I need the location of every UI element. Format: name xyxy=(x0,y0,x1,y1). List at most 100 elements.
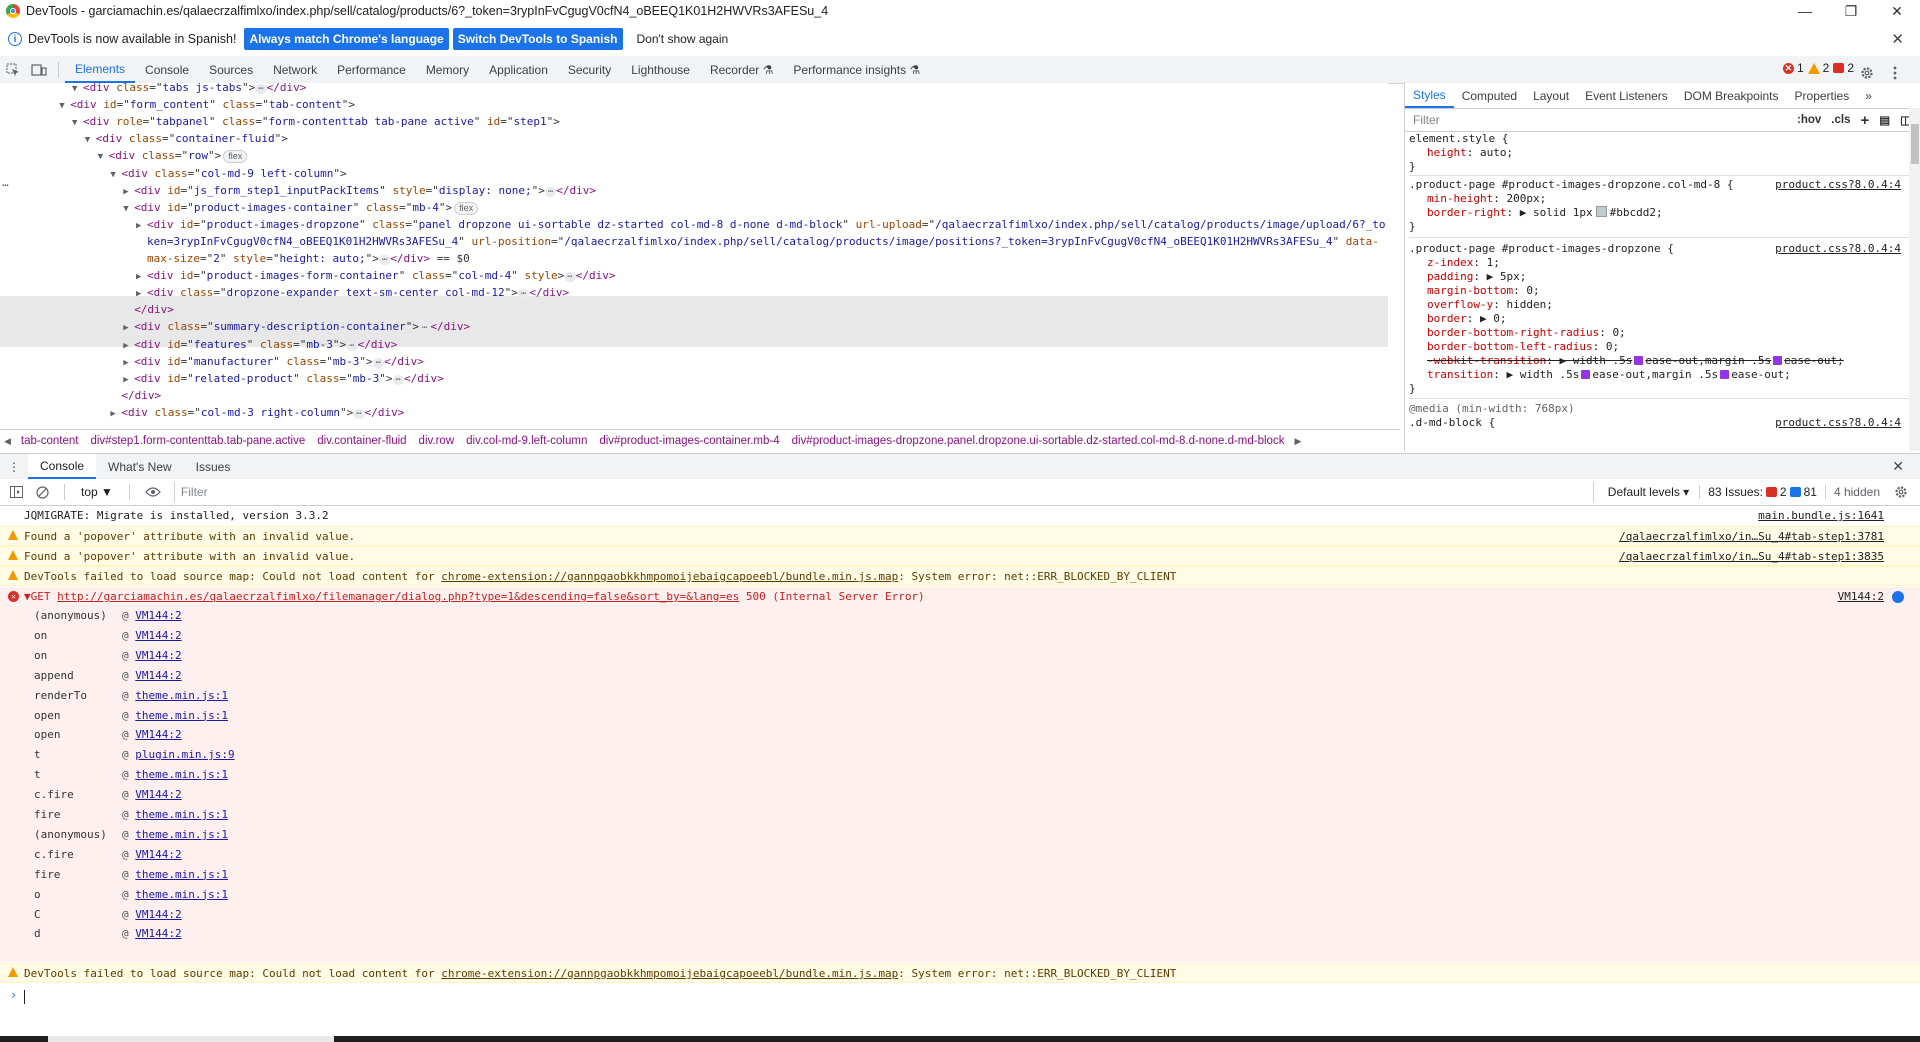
easing-swatch-icon[interactable] xyxy=(1581,370,1591,379)
collapsed-content-ellipsis[interactable]: ⋯ xyxy=(255,84,267,94)
collapse-triangle-icon[interactable]: ▼ xyxy=(72,115,83,132)
style-property[interactable]: margin-bottom: 0; xyxy=(1427,284,1540,298)
style-property[interactable]: overflow-y: hidden; xyxy=(1427,298,1553,312)
breadcrumb-right-arrow-icon[interactable]: ▶ xyxy=(1290,436,1305,447)
breadcrumb-item-current[interactable]: div#product-images-dropzone.panel.dropzo… xyxy=(786,435,1291,447)
stack-location-link[interactable]: VM144:2 xyxy=(135,728,181,741)
selected-node-ellipsis[interactable]: … xyxy=(2,174,9,191)
breadcrumb-item[interactable]: tab-content xyxy=(15,435,85,447)
dom-node-line[interactable]: ▶ <div class="col-md-3 right-column"> ⋯ </d… xyxy=(110,404,404,421)
collapsed-content-ellipsis[interactable]: ⋯ xyxy=(372,357,385,368)
easing-swatch-icon[interactable] xyxy=(1720,370,1730,379)
log-source-link[interactable]: main.bundle.js:1641 xyxy=(1758,506,1884,525)
hov-toggle[interactable]: :hov xyxy=(1797,114,1821,126)
warning-source-link[interactable]: /qalaecrzalfimlxo/in…Su_4#tab-step1:3835 xyxy=(1619,547,1884,566)
style-property[interactable]: padding: ▶ 5px; xyxy=(1427,270,1526,284)
dom-node-line[interactable]: </div> xyxy=(110,387,161,404)
dom-node-line[interactable]: ▼ <div class="col-md-9 left-column"> xyxy=(110,165,346,182)
drawer-tab-console[interactable]: Console xyxy=(28,454,97,479)
style-property[interactable]: border: ▶ 0; xyxy=(1427,312,1507,326)
elements-dom-tree[interactable]: ▼ <div class="tabs js-tabs"> ⋯ </div> ▼ <div … xyxy=(0,83,1388,423)
source-map-link[interactable]: chrome-extension://gannpgaobkkhmpomoijeb… xyxy=(441,967,898,980)
styles-scrollbar[interactable] xyxy=(1909,108,1920,451)
collapsed-content-ellipsis[interactable]: ⋯ xyxy=(517,289,530,300)
tab-recorder[interactable]: Recorder ⚗ xyxy=(700,56,783,83)
stack-location-link[interactable]: plugin.min.js:9 xyxy=(135,748,234,761)
style-property[interactable]: transition: ▶ width .5s ease-out,margin .… xyxy=(1427,368,1791,382)
tab-computed[interactable]: Computed xyxy=(1454,83,1525,108)
console-input-cursor[interactable] xyxy=(24,990,25,1004)
warning-source-link[interactable]: /qalaecrzalfimlxo/in…Su_4#tab-step1:3781 xyxy=(1619,527,1884,546)
collapsed-content-ellipsis[interactable]: ⋯ xyxy=(353,408,365,419)
style-property[interactable]: border-bottom-right-radius: 0; xyxy=(1427,326,1626,340)
dom-node-line[interactable]: ▶ <div id="related-product" class="mb-3">… xyxy=(123,370,444,387)
rule-source-link[interactable]: product.css?8.0.4:4 xyxy=(1775,416,1901,429)
dom-node-line[interactable]: ▶ <div id="js_form_step1_inputPackItems" … xyxy=(123,182,596,199)
tab-lighthouse[interactable]: Lighthouse xyxy=(621,56,700,83)
always-match-language-button[interactable]: Always match Chrome's language xyxy=(244,28,449,50)
dom-node-line[interactable]: max-size="2" style="height: auto;"> ⋯ </di… xyxy=(136,250,470,267)
expand-error-toggle[interactable]: ▼GET xyxy=(24,590,57,603)
collapse-triangle-icon[interactable]: ▼ xyxy=(59,98,70,115)
stack-location-link[interactable]: VM144:2 xyxy=(135,908,181,921)
collapsed-content-ellipsis[interactable]: ⋯ xyxy=(419,323,431,334)
breadcrumb-item[interactable]: div.row xyxy=(413,435,461,447)
stack-location-link[interactable]: theme.min.js:1 xyxy=(135,828,228,841)
dom-node-line[interactable]: ▶ <div id="product-images-dropzone" class… xyxy=(136,216,1386,233)
network-globe-icon[interactable] xyxy=(1892,591,1904,603)
minimize-button[interactable]: — xyxy=(1782,0,1828,22)
inspect-element-icon[interactable] xyxy=(0,57,26,83)
dom-node-line[interactable]: ▶ <div class="summary-description-contain… xyxy=(123,318,470,335)
breadcrumb-item[interactable]: div.col-md-9.left-column xyxy=(460,435,593,447)
dont-show-again-button[interactable]: Don't show again xyxy=(631,28,735,50)
stack-location-link[interactable]: VM144:2 xyxy=(135,788,181,801)
stack-location-link[interactable]: VM144:2 xyxy=(135,629,181,642)
easing-swatch-icon[interactable] xyxy=(1773,356,1783,365)
close-window-button[interactable]: ✕ xyxy=(1874,0,1920,22)
collapsed-content-ellipsis[interactable]: ⋯ xyxy=(392,374,404,385)
stack-location-link[interactable]: VM144:2 xyxy=(135,609,181,622)
tab-dom-breakpoints[interactable]: DOM Breakpoints xyxy=(1676,83,1787,108)
tab-sources[interactable]: Sources xyxy=(199,56,263,83)
console-messages[interactable]: JQMIGRATE: Migrate is installed, version… xyxy=(0,506,1920,1036)
styles-filter-input[interactable]: Filter xyxy=(1413,113,1797,127)
collapse-triangle-icon[interactable]: ▼ xyxy=(123,201,134,218)
restore-button[interactable]: ❐ xyxy=(1828,0,1874,22)
breadcrumb-item[interactable]: div#step1.form-contenttab.tab-pane.activ… xyxy=(84,435,311,447)
breadcrumb-left-arrow-icon[interactable]: ◀ xyxy=(0,436,15,447)
dom-node-line[interactable]: ▶ <div id="product-images-form-container"… xyxy=(136,267,615,284)
dom-node-line[interactable]: ▶ <div class="dropzone-expander text-sm-c… xyxy=(136,284,569,301)
collapse-triangle-icon[interactable]: ▼ xyxy=(85,132,96,149)
collapsed-content-ellipsis[interactable]: ⋯ xyxy=(346,340,358,351)
dom-node-line[interactable]: ▼ <div role="tabpanel" class="form-conten… xyxy=(72,113,560,130)
drawer-menu-kebab-icon[interactable]: ⋮ xyxy=(0,454,28,479)
show-sidebar-icon[interactable] xyxy=(6,479,26,505)
style-property[interactable]: border-bottom-left-radius: 0; xyxy=(1427,340,1619,354)
stack-location-link[interactable]: theme.min.js:1 xyxy=(135,689,228,702)
error-source-link[interactable]: VM144:2 xyxy=(1838,587,1884,607)
collapsed-content-ellipsis[interactable]: ⋯ xyxy=(544,186,557,197)
dom-node-line[interactable]: </div> xyxy=(123,301,174,318)
tab-elements[interactable]: Elements xyxy=(65,56,136,83)
issue-count-badge[interactable]: 2 xyxy=(1833,61,1854,75)
stack-location-link[interactable]: VM144:2 xyxy=(135,669,181,682)
tab-console[interactable]: Console xyxy=(135,56,199,83)
rule-source-link[interactable]: product.css?8.0.4:4 xyxy=(1775,178,1901,191)
style-property[interactable]: z-index: 1; xyxy=(1427,256,1500,270)
live-expression-eye-icon[interactable] xyxy=(142,479,164,505)
tab-network[interactable]: Network xyxy=(263,56,327,83)
status-badges[interactable]: ✕ 1 2 2 xyxy=(1782,61,1854,75)
request-url-link[interactable]: http://garciamachin.es/qalaecrzalfimlxo/… xyxy=(57,590,739,603)
stack-location-link[interactable]: theme.min.js:1 xyxy=(135,868,228,881)
collapse-triangle-icon[interactable]: ▼ xyxy=(110,167,121,184)
dom-node-line[interactable]: ▶ <div id="features" class="mb-3"> ⋯ </div> xyxy=(123,336,397,353)
tab-performance-insights[interactable]: Performance insights ⚗ xyxy=(783,56,930,83)
rule-source-link[interactable]: product.css?8.0.4:4 xyxy=(1775,242,1901,255)
drawer-tab-whats-new[interactable]: What's New xyxy=(96,454,184,479)
flex-badge[interactable]: flex xyxy=(454,201,479,215)
console-settings-gear-icon[interactable] xyxy=(1888,479,1914,505)
element-state-icon[interactable]: ▤ xyxy=(1879,113,1890,127)
dom-node-line[interactable]: ▼ <div class="tabs js-tabs"> ⋯ </div> xyxy=(72,83,306,96)
tab-event-listeners[interactable]: Event Listeners xyxy=(1577,83,1676,108)
breadcrumb-item[interactable]: div#product-images-container.mb-4 xyxy=(593,435,785,447)
